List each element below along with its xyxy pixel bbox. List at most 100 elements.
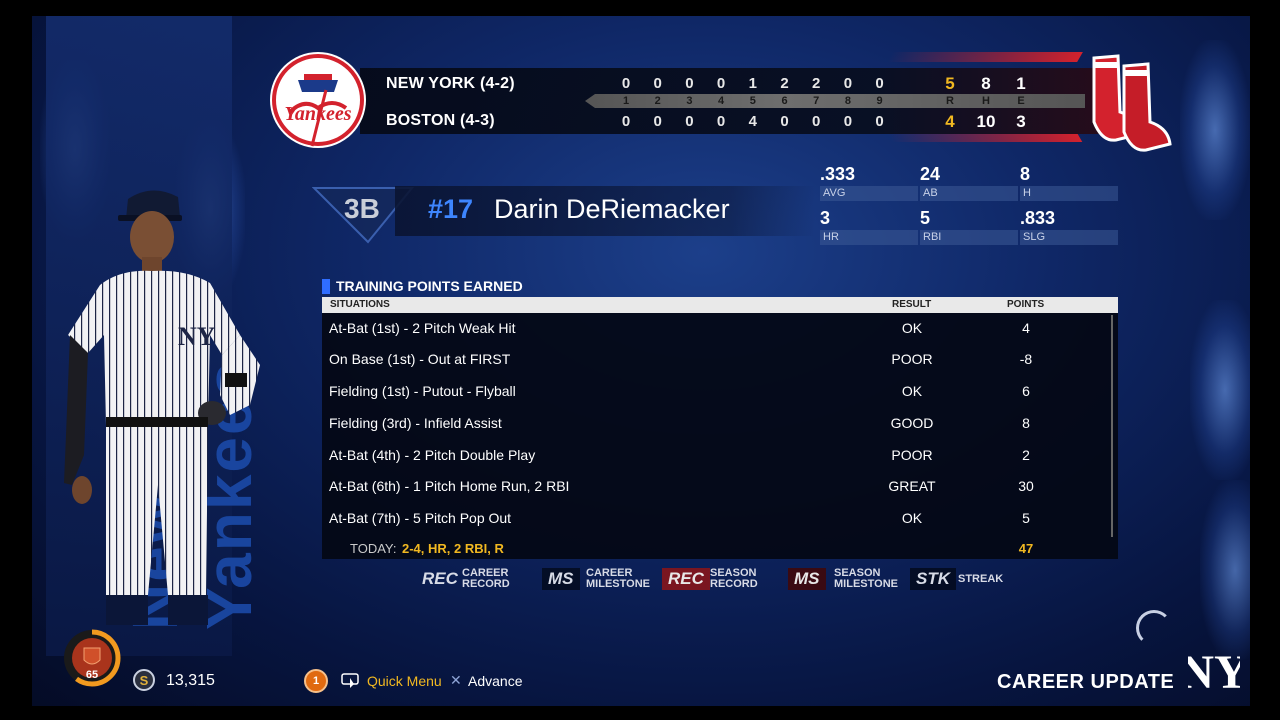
points-text: 4: [1022, 320, 1030, 336]
legend-tag: REC: [662, 568, 710, 590]
header-points: POINTS: [1007, 299, 1045, 310]
advance-button[interactable]: Advance: [468, 673, 522, 689]
inning-label: 6: [781, 95, 788, 107]
screen-title: CAREER UPDATE: [997, 671, 1175, 693]
home-inning-score: 0: [716, 113, 726, 130]
away-inning-score: 0: [716, 75, 726, 92]
legend-streak: STK STREAK: [910, 566, 1010, 592]
legend-line2: MILESTONE: [586, 578, 650, 590]
away-hits: 8: [981, 74, 991, 93]
table-row[interactable]: At-Bat (6th) - 1 Pitch Home Run, 2 RBI G…: [322, 471, 1112, 501]
letterbox-bottom: [0, 706, 1280, 720]
menu-button-icon[interactable]: 1: [304, 669, 328, 693]
stat-value: 3: [820, 208, 831, 228]
runs-label: R: [946, 95, 954, 107]
stat-avg: .333 AVG: [820, 164, 918, 201]
career-update-screen: New York Yankees NY: [0, 0, 1280, 720]
red-sox-logo: [1092, 54, 1172, 152]
situation-text: At-Bat (7th) - 5 Pitch Pop Out: [329, 510, 512, 526]
stat-value: 8: [1020, 164, 1031, 184]
legend-season-record: REC SEASON RECORD: [662, 566, 772, 592]
today-label: TODAY:: [350, 541, 397, 556]
legend-season-milestone: MS SEASON MILESTONE: [788, 566, 908, 592]
letterbox-top: [0, 0, 1280, 16]
result-text: OK: [901, 383, 923, 399]
result-text: POOR: [891, 447, 933, 463]
stat-label: AB: [920, 186, 1018, 201]
stat-value: .833: [1020, 208, 1056, 228]
away-inning-score: 0: [653, 75, 662, 92]
home-inning-score: 0: [812, 113, 821, 130]
inning-label: 5: [749, 95, 756, 107]
away-inning-score: 2: [780, 75, 789, 92]
away-inning-score: 1: [748, 75, 757, 92]
away-inning-score: 2: [812, 75, 821, 92]
stat-hr: 3 HR: [820, 208, 918, 245]
today-total-points: 47: [1018, 541, 1034, 556]
away-inning-score: 0: [843, 75, 853, 92]
training-points-table: SITUATIONS RESULT POINTS At-Bat (1st) - …: [322, 297, 1118, 559]
inning-label: 2: [654, 95, 661, 107]
inning-label: 3: [686, 95, 693, 107]
table-scrollbar[interactable]: [1111, 315, 1113, 537]
inning-label: 7: [813, 95, 820, 107]
legend-line2: MILESTONE: [834, 578, 898, 590]
points-text: 5: [1022, 510, 1030, 526]
ny-logo: NY: [1188, 646, 1240, 699]
away-team-name: NEW YORK (4-2): [386, 75, 515, 92]
svg-text:NY: NY: [178, 322, 216, 351]
legend-tag: MS: [788, 568, 826, 590]
stat-value: 5: [920, 208, 931, 228]
result-text: GOOD: [890, 415, 934, 431]
stat-label: AVG: [820, 186, 918, 201]
hits-label: H: [982, 95, 990, 107]
situation-text: Fielding (3rd) - Infield Assist: [329, 415, 502, 431]
legend-tag: MS: [542, 568, 580, 590]
stubs-icon: S: [133, 669, 155, 691]
home-inning-score: 0: [653, 113, 662, 130]
table-row[interactable]: At-Bat (4th) - 2 Pitch Double Play POOR …: [322, 440, 1112, 470]
home-runs: 4: [945, 112, 955, 131]
home-errors: 3: [1016, 112, 1026, 131]
table-row[interactable]: On Base (1st) - Out at FIRST POOR -8: [322, 344, 1112, 374]
inning-label: 9: [876, 95, 883, 107]
player-level-badge: 65: [63, 629, 121, 687]
svg-text:NY: NY: [1188, 646, 1240, 699]
training-points-title: TRAINING POINTS EARNED: [322, 278, 523, 294]
table-row[interactable]: Fielding (1st) - Putout - Flyball OK 6: [322, 376, 1112, 406]
legend-career-record: REC CAREER RECORD: [416, 566, 526, 592]
table-row[interactable]: Fielding (3rd) - Infield Assist GOOD 8: [322, 408, 1112, 438]
table-row[interactable]: At-Bat (7th) - 5 Pitch Pop Out OK 5: [322, 503, 1112, 533]
stat-label: HR: [820, 230, 918, 245]
stat-ab: 24 AB: [920, 164, 1018, 201]
cross-button-icon: ✕: [450, 672, 462, 688]
situation-text: At-Bat (4th) - 2 Pitch Double Play: [329, 447, 536, 463]
away-inning-score: 0: [685, 75, 694, 92]
away-errors: 1: [1016, 74, 1026, 93]
quick-menu-button[interactable]: Quick Menu: [367, 673, 442, 689]
player-level-value: 65: [86, 669, 98, 681]
legend-line2: RECORD: [710, 578, 758, 590]
home-inning-score: 0: [843, 113, 853, 130]
stat-value: .333: [820, 164, 856, 184]
inning-label: 4: [718, 95, 725, 107]
stat-label: SLG: [1020, 230, 1118, 245]
points-text: 6: [1022, 383, 1030, 399]
table-header: SITUATIONS RESULT POINTS: [322, 297, 1118, 313]
inning-label: 8: [844, 95, 851, 107]
yankees-logo: Yankees: [270, 52, 366, 148]
svg-text:S: S: [140, 673, 149, 688]
home-team-name: BOSTON (4-3): [386, 112, 495, 129]
table-row[interactable]: At-Bat (1st) - 2 Pitch Weak Hit OK 4: [322, 313, 1112, 343]
home-inning-score: 0: [685, 113, 694, 130]
header-result: RESULT: [892, 299, 932, 310]
points-text: -8: [1019, 351, 1033, 367]
result-text: POOR: [891, 351, 933, 367]
stat-rbi: 5 RBI: [920, 208, 1018, 245]
today-line: 2-4, HR, 2 RBI, R: [402, 541, 504, 556]
player-number: #17: [428, 194, 474, 224]
home-inning-score: 4: [748, 113, 757, 130]
svg-text:Yankees: Yankees: [284, 103, 351, 125]
legend-line1: STREAK: [958, 573, 1004, 585]
result-text: GREAT: [888, 478, 936, 494]
